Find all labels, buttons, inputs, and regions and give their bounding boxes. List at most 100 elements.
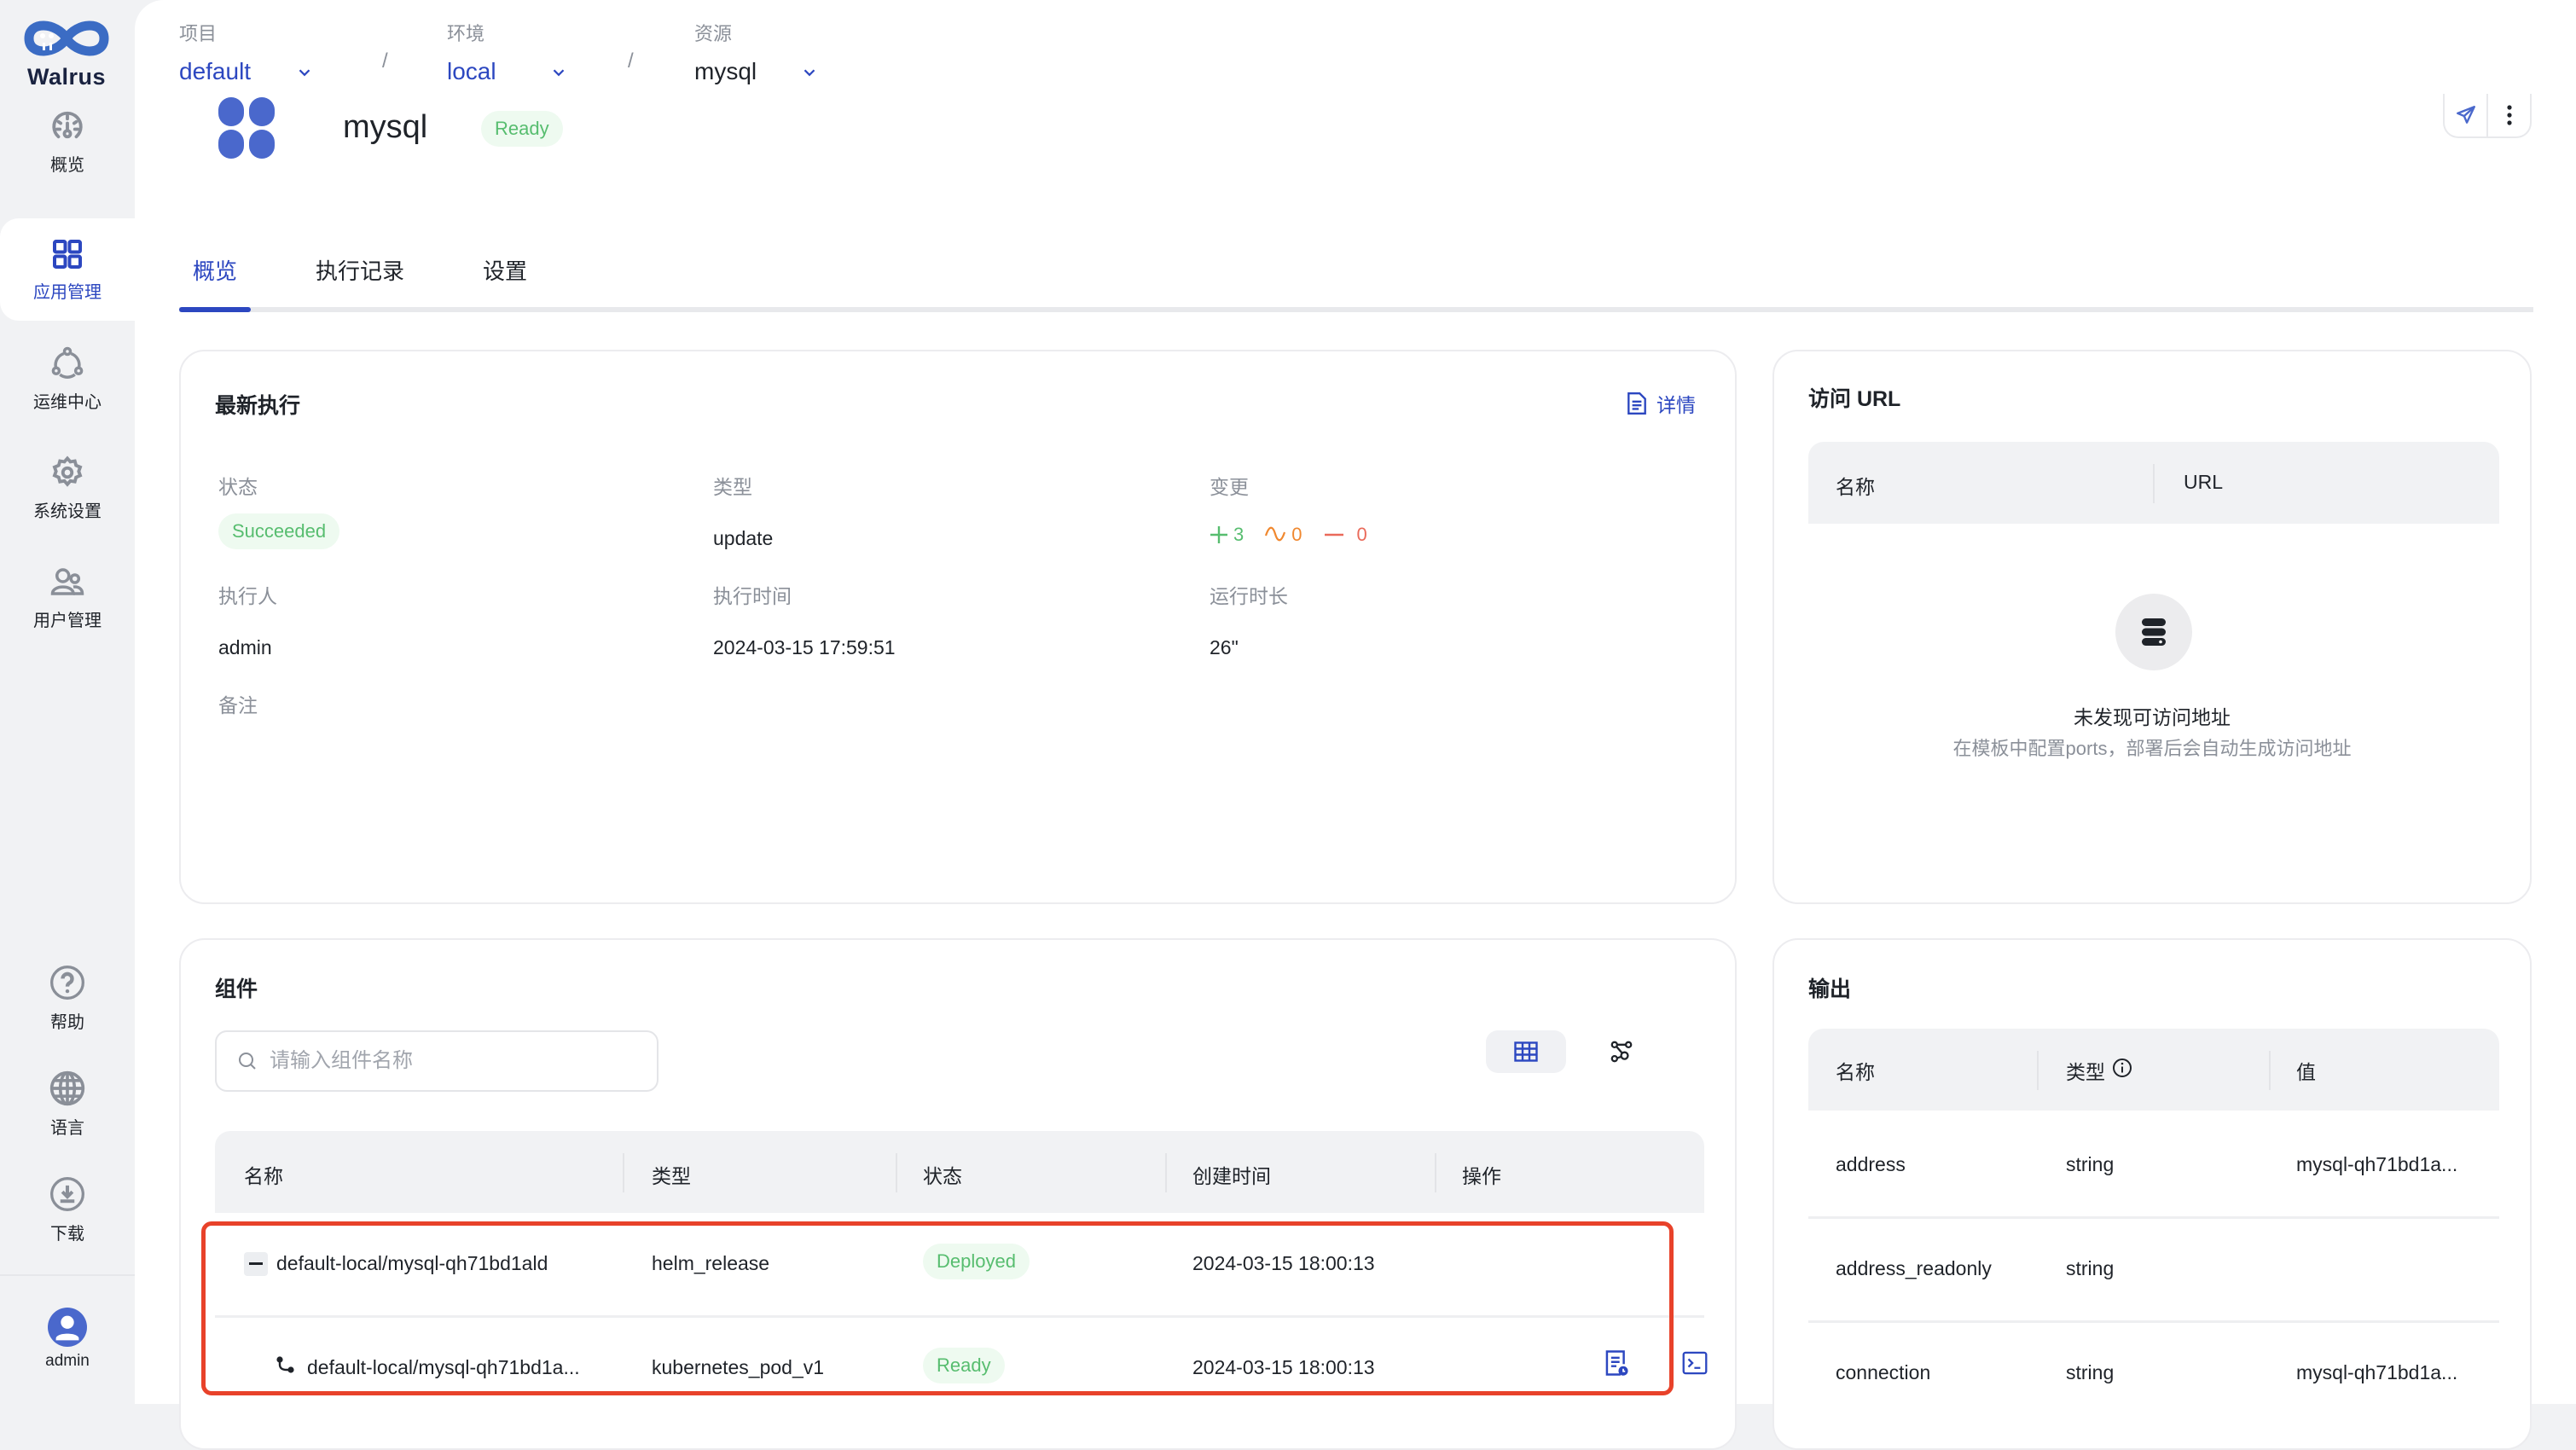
user-menu[interactable]: admin — [0, 1288, 135, 1390]
breadcrumb-environment-value: local — [447, 58, 496, 84]
row-divider — [1808, 1320, 2499, 1323]
walrus-logo[interactable]: Walrus — [22, 15, 111, 90]
component-created: 2024-03-15 18:00:13 — [1192, 1252, 1375, 1274]
tab-run-history[interactable]: 执行记录 — [316, 254, 404, 286]
breadcrumb-project[interactable]: 项目 default — [179, 19, 310, 85]
user-name: admin — [45, 1352, 90, 1370]
row-divider — [215, 1315, 1704, 1318]
sidebar-divider — [0, 1274, 135, 1276]
tab-bar: 概览 执行记录 设置 — [179, 247, 2533, 312]
sidebar-item-download[interactable]: 下载 — [0, 1158, 135, 1261]
sidebar-item-overview[interactable]: 概览 — [0, 90, 135, 193]
breadcrumb-separator: / — [382, 49, 388, 72]
users-icon — [50, 567, 84, 595]
sidebar-item-app-management[interactable]: 应用管理 — [0, 218, 135, 321]
component-name[interactable]: default-local/mysql-qh71bd1ald — [276, 1252, 548, 1275]
empty-state-illustration — [2115, 594, 2192, 670]
sidebar-item-label: 下载 — [50, 1224, 84, 1244]
column-header-type: 类型 — [2066, 1061, 2105, 1083]
duration-label: 运行时长 — [1210, 585, 1288, 607]
tilde-icon — [1265, 526, 1286, 542]
app-grid-icon — [53, 239, 82, 269]
detail-link-label: 详情 — [1656, 394, 1696, 416]
type-value: update — [713, 527, 774, 549]
outputs-card: 输出 名称 类型 值 address string mysql-qh71bd1a… — [1772, 938, 2532, 1450]
breadcrumb-environment[interactable]: 环境 local — [447, 19, 565, 85]
logs-icon[interactable] — [1604, 1349, 1629, 1377]
executor-value: admin — [218, 636, 272, 658]
breadcrumb-resource-value: mysql — [694, 58, 757, 84]
chevron-down-icon — [804, 69, 815, 77]
output-value[interactable]: mysql-qh71bd1a... — [2296, 1153, 2457, 1176]
type-label: 类型 — [713, 476, 752, 498]
column-header-url: URL — [2184, 471, 2224, 493]
sidebar-item-ops-center[interactable]: 运维中心 — [0, 328, 135, 430]
collapse-row-button[interactable] — [244, 1252, 268, 1276]
globe-icon — [49, 1070, 85, 1105]
detail-link[interactable]: 详情 — [1626, 389, 1696, 418]
tab-overview[interactable]: 概览 — [193, 254, 237, 286]
gear-icon — [52, 455, 83, 487]
column-separator — [1165, 1153, 1167, 1192]
column-header-name: 名称 — [1836, 476, 1875, 498]
more-vertical-icon — [2506, 105, 2512, 125]
sidebar-item-label: 语言 — [50, 1118, 84, 1138]
column-separator — [2037, 1051, 2039, 1090]
walrus-logo-icon — [24, 20, 109, 56]
outputs-title: 输出 — [1808, 977, 1852, 1001]
terminal-icon[interactable] — [1682, 1351, 1708, 1375]
output-name: address_readonly — [1836, 1257, 1992, 1279]
graph-view-button[interactable] — [1581, 1030, 1662, 1073]
status-label: 状态 — [218, 476, 258, 498]
table-view-icon — [1514, 1041, 1538, 1062]
output-type: string — [2066, 1153, 2115, 1175]
send-button[interactable] — [2445, 94, 2486, 136]
sidebar-item-help[interactable]: 帮助 — [0, 947, 135, 1049]
output-name: connection — [1836, 1361, 1931, 1383]
breadcrumb-environment-label: 环境 — [447, 23, 485, 44]
sidebar-item-system-settings[interactable]: 系统设置 — [0, 437, 135, 539]
sidebar-item-label: 概览 — [50, 155, 84, 175]
resource-status-badge: Ready — [481, 111, 563, 147]
sidebar-item-language[interactable]: 语言 — [0, 1053, 135, 1155]
chevron-down-icon — [553, 69, 565, 77]
sidebar-item-label: 应用管理 — [33, 282, 102, 302]
avatar-icon — [48, 1308, 87, 1347]
duration-value: 26" — [1210, 636, 1239, 658]
component-status-badge: Ready — [923, 1348, 1005, 1383]
sidebar-item-label: 运维中心 — [33, 392, 102, 412]
components-table-header: 名称 类型 状态 创建时间 操作 — [215, 1131, 1704, 1213]
more-button[interactable] — [2486, 94, 2530, 136]
column-header-status: 状态 — [923, 1165, 962, 1187]
changes-summary: 3 0 0 — [1210, 524, 1367, 546]
component-created: 2024-03-15 18:00:13 — [1192, 1356, 1375, 1378]
output-value[interactable]: mysql-qh71bd1a... — [2296, 1361, 2457, 1384]
components-title: 组件 — [215, 977, 258, 1001]
breadcrumb-resource[interactable]: 资源 mysql — [694, 19, 815, 85]
minus-icon — [249, 1262, 263, 1265]
table-view-button[interactable] — [1486, 1030, 1566, 1073]
component-search-input[interactable] — [270, 1049, 628, 1073]
component-type: helm_release — [652, 1252, 770, 1274]
component-name[interactable]: default-local/mysql-qh71bd1a... — [307, 1356, 580, 1379]
minus-icon — [1324, 533, 1343, 536]
tab-settings[interactable]: 设置 — [483, 254, 527, 286]
empty-state-title: 未发现可访问地址 — [2074, 706, 2231, 728]
sidebar-item-user-management[interactable]: 用户管理 — [0, 546, 135, 648]
column-separator — [1435, 1153, 1436, 1192]
exec-time-value: 2024-03-15 17:59:51 — [713, 636, 896, 658]
document-icon — [1627, 392, 1646, 415]
empty-state-description: 在模板中配置ports，部署后会自动生成访问地址 — [1952, 738, 2352, 759]
column-header-value: 值 — [2296, 1061, 2316, 1083]
plus-icon — [1210, 526, 1227, 543]
components-card: 组件 名称 类型 状态 创建时间 操作 default-local — [179, 938, 1737, 1450]
access-url-table-header: 名称 URL — [1808, 442, 2499, 524]
info-icon[interactable] — [2112, 1058, 2132, 1078]
column-header-actions: 操作 — [1462, 1165, 1501, 1187]
output-name: address — [1836, 1153, 1906, 1175]
exec-time-label: 执行时间 — [713, 585, 792, 607]
sidebar: Walrus 概览 应用管理 运维中心 系统设置 用户管理 帮助 语言 下载 a… — [0, 0, 135, 1404]
active-tab-indicator — [179, 307, 251, 312]
component-search-field[interactable] — [215, 1030, 659, 1092]
sidebar-item-label: 帮助 — [50, 1012, 84, 1032]
